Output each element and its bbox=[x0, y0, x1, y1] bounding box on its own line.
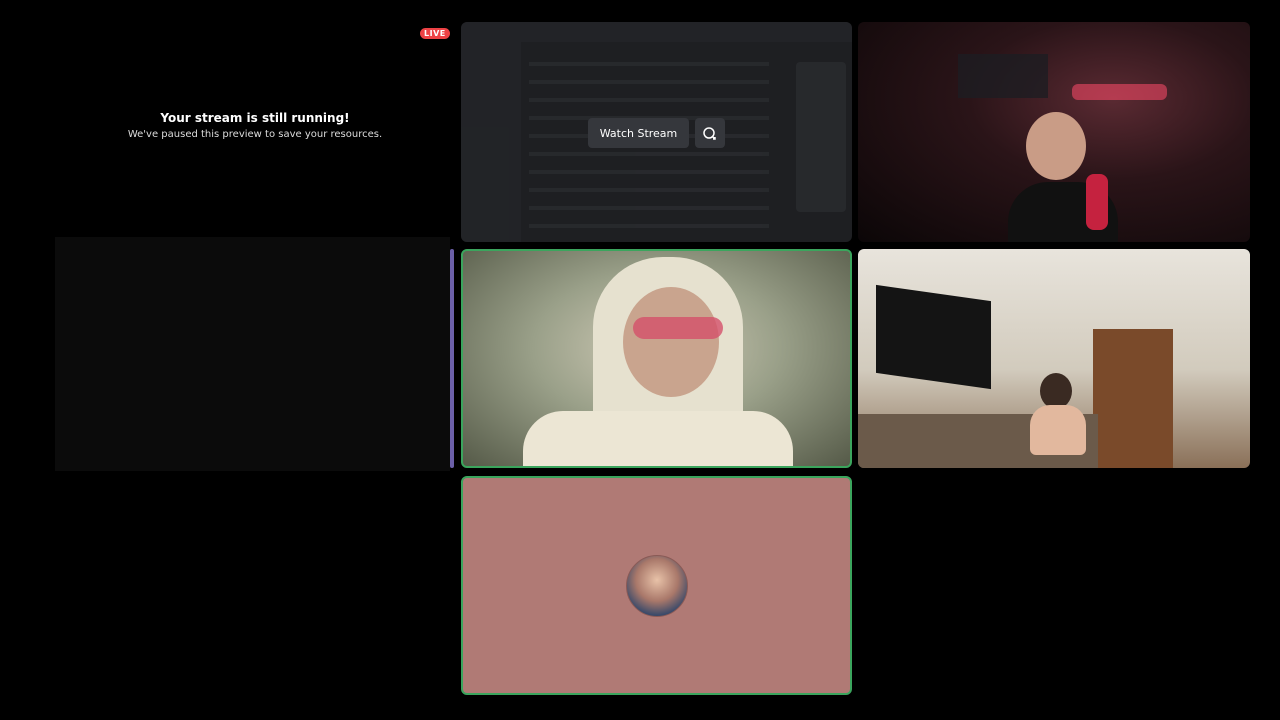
popout-icon bbox=[703, 127, 717, 140]
watch-stream-controls: Watch Stream bbox=[461, 118, 852, 148]
live-badge: LIVE bbox=[420, 28, 450, 39]
paused-stream-preview: Your stream is still running! We've paus… bbox=[55, 22, 455, 240]
camera-tile-room[interactable] bbox=[858, 249, 1250, 468]
person-body bbox=[1030, 405, 1086, 455]
person-head bbox=[1040, 373, 1072, 409]
avatar bbox=[625, 554, 688, 617]
neon-sign bbox=[1072, 84, 1167, 100]
television bbox=[876, 284, 991, 390]
paused-subtitle: We've paused this preview to save your r… bbox=[127, 128, 383, 140]
microphone bbox=[1086, 174, 1108, 230]
paused-title: Your stream is still running! bbox=[160, 110, 350, 125]
camera-tile-hooded-user[interactable] bbox=[461, 249, 852, 468]
watch-stream-button[interactable]: Watch Stream bbox=[587, 118, 690, 148]
stage-grid: Your stream is still running! We've paus… bbox=[0, 0, 1280, 720]
tile-edge-indicator bbox=[450, 249, 454, 468]
camera-tile-dark[interactable] bbox=[55, 237, 450, 471]
person-head bbox=[623, 287, 719, 397]
popout-button[interactable] bbox=[695, 118, 726, 148]
wardrobe bbox=[1093, 329, 1173, 468]
sunglasses bbox=[633, 317, 723, 339]
person-body bbox=[523, 411, 793, 466]
camera-tile-streamer[interactable] bbox=[858, 22, 1250, 242]
person-head bbox=[1026, 112, 1086, 180]
screen-share-tile[interactable]: Watch Stream bbox=[461, 22, 852, 242]
avatar-tile[interactable] bbox=[461, 476, 852, 695]
wall-posters bbox=[958, 54, 1048, 98]
